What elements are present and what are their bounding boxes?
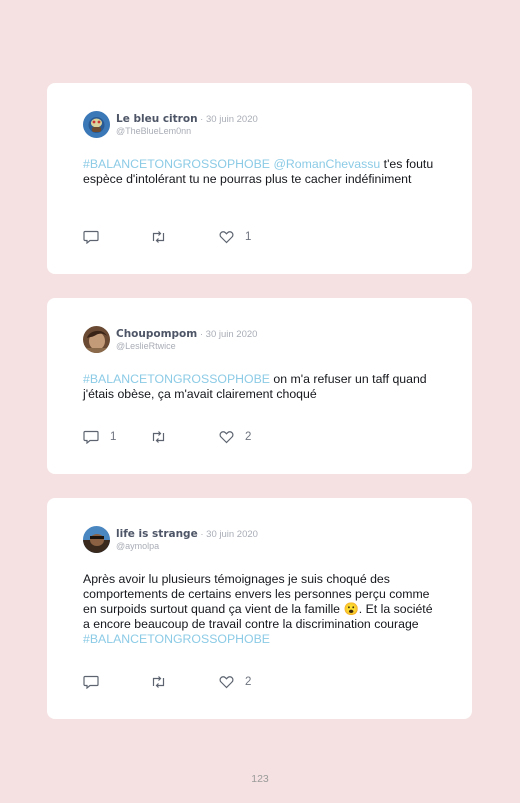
display-name[interactable]: Choupompom xyxy=(116,328,197,340)
tweet-date[interactable]: 30 juin 2020 xyxy=(206,329,258,340)
tweet-card: Le bleu citron · 30 juin 2020 @TheBlueLe… xyxy=(47,83,472,274)
tweet-text: Après avoir lu plusieurs témoignages je … xyxy=(83,572,436,647)
retweet-icon xyxy=(152,431,165,443)
like-count: 2 xyxy=(245,676,252,688)
tweet-actions: 2 xyxy=(83,675,436,691)
retweet-button[interactable] xyxy=(150,675,178,689)
like-button[interactable]: 1 xyxy=(219,230,251,244)
like-icon xyxy=(219,676,234,689)
avatar[interactable] xyxy=(83,111,110,138)
tweet-actions: 1 xyxy=(83,230,436,246)
reply-icon xyxy=(83,675,99,689)
tweet-text-content: Après avoir lu plusieurs témoignages je … xyxy=(83,572,433,631)
reply-button[interactable] xyxy=(83,675,110,689)
name-line: Choupompom · 30 juin 2020 xyxy=(116,328,257,340)
like-button[interactable]: 2 xyxy=(219,430,251,444)
reply-count: 1 xyxy=(110,431,117,443)
tweet-card: life is strange · 30 juin 2020 @aymolpa … xyxy=(47,498,472,719)
reply-icon xyxy=(83,230,99,244)
user-handle[interactable]: @aymolpa xyxy=(116,541,159,551)
tweet-actions: 1 2 xyxy=(83,430,436,446)
hashtag-link[interactable]: #BALANCETONGROSSOPHOBE xyxy=(83,632,270,646)
tweet-card: Choupompom · 30 juin 2020 @LeslieRtwice … xyxy=(47,298,472,474)
display-name[interactable]: Le bleu citron xyxy=(116,113,198,125)
reply-button[interactable] xyxy=(83,230,110,244)
hashtag-link[interactable]: #BALANCETONGROSSOPHOBE xyxy=(83,372,270,386)
avatar[interactable] xyxy=(83,326,110,353)
hashtag-link[interactable]: #BALANCETONGROSSOPHOBE xyxy=(83,157,270,171)
retweet-icon xyxy=(152,676,165,688)
display-name[interactable]: life is strange xyxy=(116,528,198,540)
tweet-text: #BALANCETONGROSSOPHOBE @RomanChevassu t'… xyxy=(83,157,436,187)
tweet-date[interactable]: 30 juin 2020 xyxy=(206,529,258,540)
reply-icon xyxy=(83,430,99,444)
retweet-button[interactable] xyxy=(150,230,178,244)
separator: · xyxy=(197,114,206,125)
separator: · xyxy=(197,329,206,340)
separator: · xyxy=(197,529,207,540)
name-line: Le bleu citron · 30 juin 2020 xyxy=(116,113,258,125)
page-number: 123 xyxy=(251,773,269,785)
tweet-text: #BALANCETONGROSSOPHOBE on m'a refuser un… xyxy=(83,372,436,402)
avatar[interactable] xyxy=(83,526,110,553)
user-handle[interactable]: @TheBlueLem0nn xyxy=(116,126,191,136)
retweet-button[interactable] xyxy=(150,430,178,444)
reply-button[interactable]: 1 xyxy=(83,430,116,444)
retweet-icon xyxy=(152,231,165,243)
tweet-date[interactable]: 30 juin 2020 xyxy=(206,114,258,125)
name-line: life is strange · 30 juin 2020 xyxy=(116,528,258,540)
like-count: 2 xyxy=(245,431,252,443)
user-handle[interactable]: @LeslieRtwice xyxy=(116,341,176,351)
like-icon xyxy=(219,231,234,244)
like-icon xyxy=(219,431,234,444)
mention-link[interactable]: @RomanChevassu xyxy=(273,157,380,171)
like-count: 1 xyxy=(245,231,252,243)
like-button[interactable]: 2 xyxy=(219,675,251,689)
